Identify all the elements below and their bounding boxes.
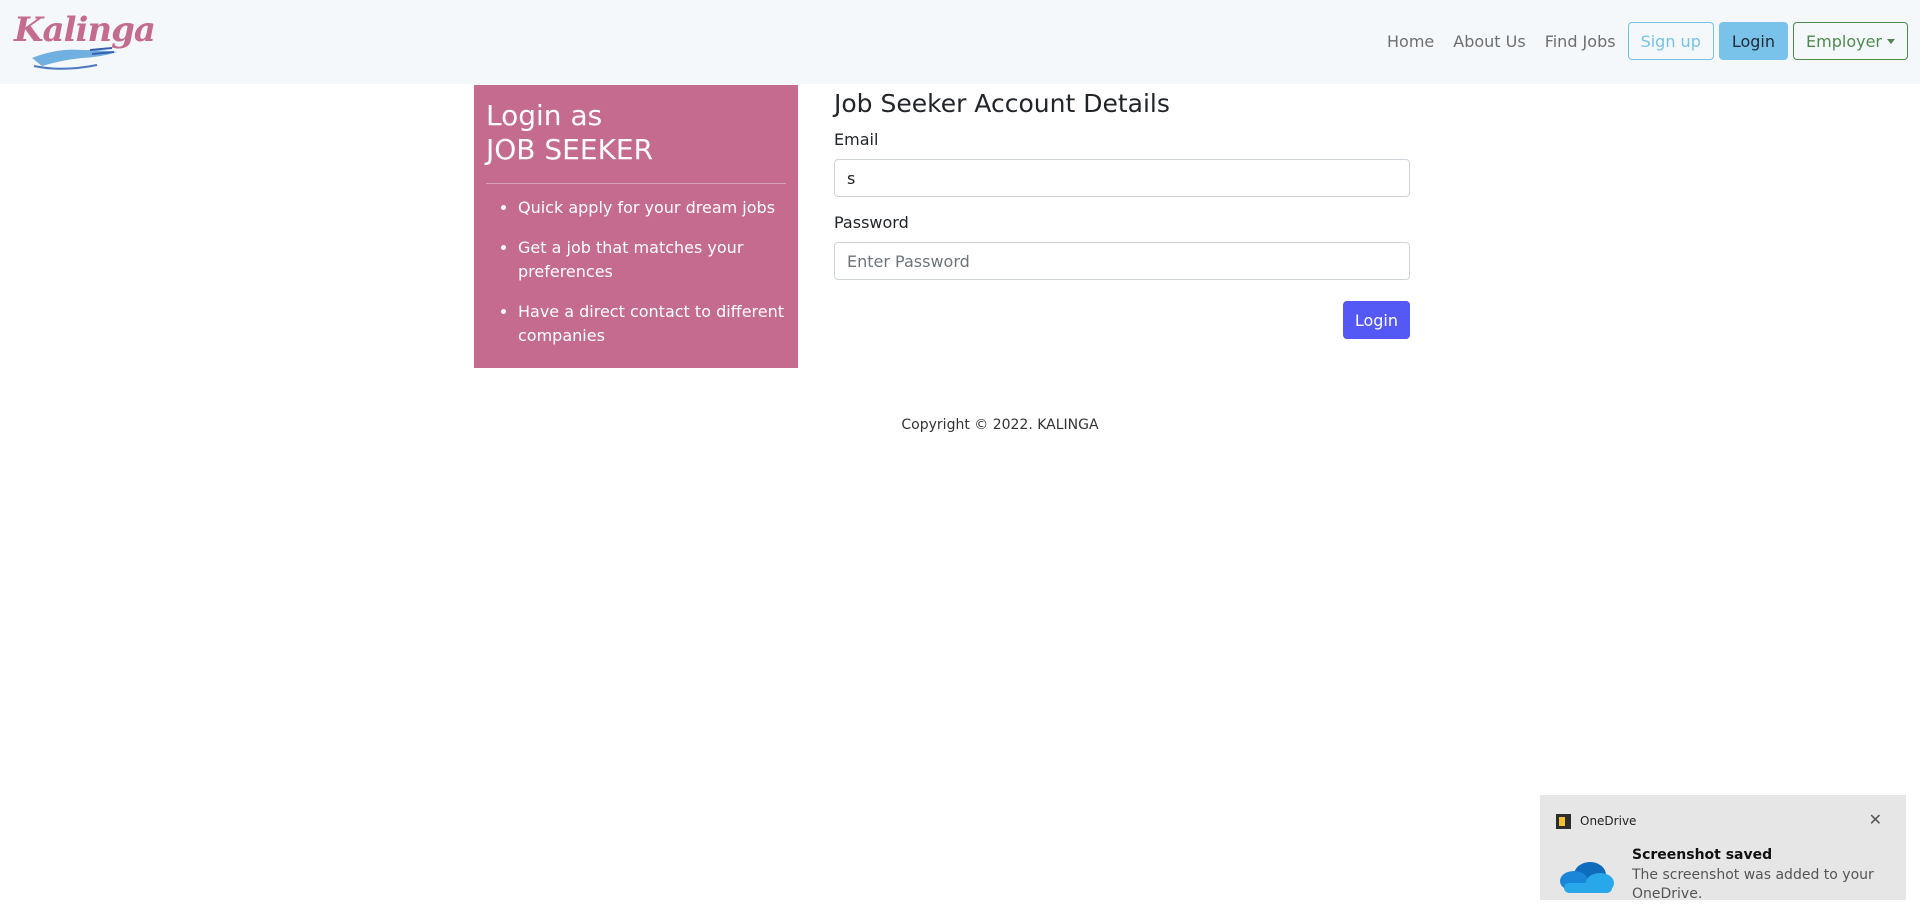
benefits-list: Quick apply for your dream jobs Get a jo… [486, 196, 786, 348]
nav-find-jobs[interactable]: Find Jobs [1541, 24, 1620, 59]
nav-home[interactable]: Home [1383, 24, 1438, 59]
password-field[interactable] [834, 242, 1410, 280]
employer-label: Employer [1806, 31, 1882, 51]
email-field[interactable] [834, 159, 1410, 197]
side-title-line2: JOB SEEKER [486, 133, 654, 166]
login-form: Job Seeker Account Details Email Passwor… [834, 85, 1410, 339]
onedrive-app-icon [1556, 814, 1571, 829]
signup-button[interactable]: Sign up [1627, 22, 1714, 60]
nav-about-us[interactable]: About Us [1449, 24, 1529, 59]
side-title-line1: Login as [486, 99, 603, 132]
onedrive-cloud-icon [1560, 862, 1614, 893]
onedrive-notification[interactable]: OneDrive ✕ Screenshot saved The screensh… [1540, 795, 1906, 902]
navbar: Kalinga Home About Us Find Jobs Sign up … [0, 0, 1920, 84]
job-seeker-info-panel: Login as JOB SEEKER Quick apply for your… [474, 85, 798, 368]
login-submit-button[interactable]: Login [1342, 301, 1410, 339]
side-title: Login as JOB SEEKER [486, 99, 786, 167]
list-item: Have a direct contact to different compa… [518, 300, 786, 348]
toast-title: Screenshot saved [1632, 847, 1773, 863]
caret-down-icon [1887, 38, 1895, 44]
toast-app-name: OneDrive [1580, 814, 1637, 828]
employer-dropdown[interactable]: Employer [1793, 22, 1908, 60]
footer: Copyright © 2022. KALINGA [0, 417, 1920, 433]
form-title: Job Seeker Account Details [834, 89, 1170, 118]
close-icon[interactable]: ✕ [1869, 810, 1882, 829]
divider [486, 183, 786, 184]
email-label: Email [834, 130, 879, 149]
hand-wave-icon [32, 47, 117, 70]
password-label: Password [834, 213, 909, 232]
list-item: Quick apply for your dream jobs [518, 196, 786, 220]
kalinga-logo[interactable]: Kalinga [12, 10, 156, 72]
toast-body: The screenshot was added to your OneDriv… [1632, 867, 1874, 902]
nav-login-button[interactable]: Login [1718, 22, 1789, 60]
list-item: Get a job that matches your preferences [518, 236, 786, 284]
copyright-text: Copyright © 2022. KALINGA [901, 417, 1099, 433]
